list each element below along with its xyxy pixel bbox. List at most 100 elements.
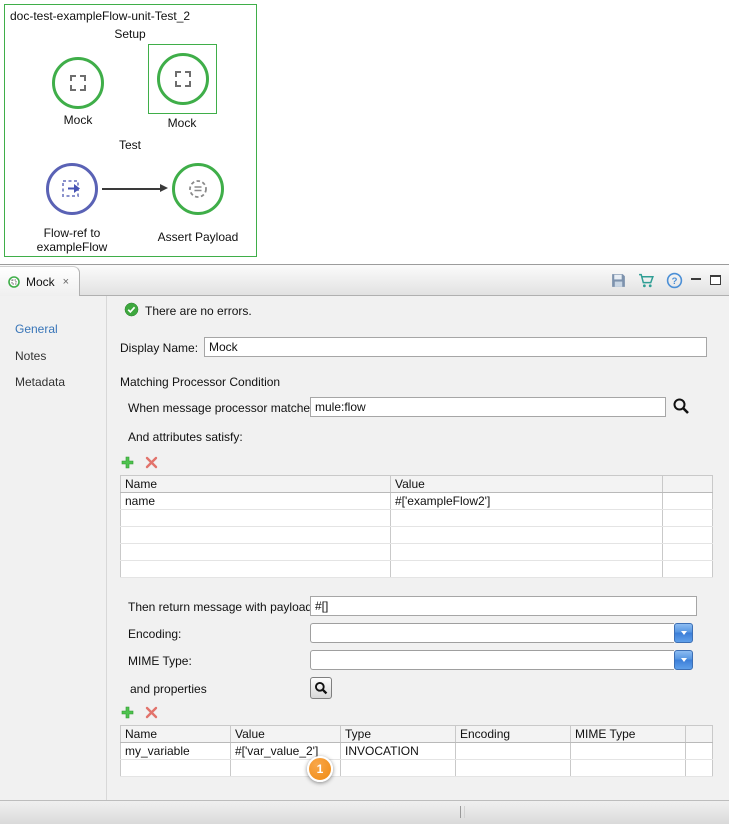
window-controls <box>691 273 721 287</box>
encoding-value[interactable] <box>310 623 674 643</box>
table-row[interactable] <box>121 760 713 777</box>
encoding-combobox[interactable] <box>310 623 693 643</box>
cell-name[interactable]: my_variable <box>121 743 231 760</box>
status-bar <box>0 800 729 824</box>
mime-type-dropdown-button[interactable] <box>674 650 693 670</box>
payload-label: Then return message with payload: <box>128 600 315 614</box>
column-header-type[interactable]: Type <box>341 726 456 743</box>
mock-node-2-label: Mock <box>152 117 212 131</box>
help-icon[interactable]: ? <box>666 272 683 289</box>
search-icon[interactable] <box>672 397 690 415</box>
properties-search-button[interactable] <box>310 677 332 699</box>
column-header-name[interactable]: Name <box>121 476 391 493</box>
delete-attribute-button[interactable] <box>145 456 158 469</box>
column-header-mime[interactable]: MIME Type <box>571 726 686 743</box>
chevron-down-icon <box>681 631 687 635</box>
column-header-extra <box>663 476 713 493</box>
plus-icon <box>121 456 134 469</box>
magnifier-icon <box>314 681 328 695</box>
resize-grip[interactable] <box>460 806 465 818</box>
view-toolbar: ? <box>610 272 683 289</box>
table-row[interactable] <box>121 544 713 561</box>
cell-mime[interactable] <box>571 743 686 760</box>
properties-label: and properties <box>130 682 207 696</box>
maximize-icon[interactable] <box>710 275 721 285</box>
mock-tab-icon <box>8 276 20 288</box>
display-name-input[interactable] <box>204 337 707 357</box>
column-header-encoding[interactable]: Encoding <box>456 726 571 743</box>
table-row[interactable]: name #['exampleFlow2'] <box>121 493 713 510</box>
payload-input[interactable] <box>310 596 697 616</box>
cart-icon[interactable] <box>638 272 655 289</box>
x-icon <box>145 706 158 719</box>
assert-payload-node-label: Assert Payload <box>148 231 248 245</box>
assert-payload-glyph <box>186 177 210 201</box>
tab-mock[interactable]: Mock × <box>0 266 80 296</box>
sidebar-item-general[interactable]: General <box>0 322 106 336</box>
save-icon[interactable] <box>610 272 627 289</box>
assert-payload-node[interactable] <box>172 163 224 215</box>
mock-inner-icon <box>175 71 191 87</box>
mock-icon <box>52 57 104 109</box>
mock-node-2[interactable] <box>157 53 209 105</box>
mock-node-1[interactable] <box>52 57 104 109</box>
sidebar-item-notes[interactable]: Notes <box>0 349 106 363</box>
table-row[interactable]: my_variable #['var_value_2'] INVOCATION <box>121 743 713 760</box>
app-window: doc-test-exampleFlow-unit-Test_2 Setup M… <box>0 0 729 824</box>
attributes-label: And attributes satisfy: <box>128 430 243 444</box>
attributes-table-header-row: Name Value <box>121 476 713 493</box>
cell-extra[interactable] <box>663 493 713 510</box>
flow-ref-node-label: Flow-ref to exampleFlow <box>22 227 122 255</box>
flow-ref-icon <box>46 163 98 215</box>
matcher-label: When message processor matches: <box>128 401 319 415</box>
setup-scope-label: Setup <box>65 28 195 42</box>
annotation-badge-1: 1 <box>307 756 333 782</box>
properties-table: Name Value Type Encoding MIME Type my_va… <box>120 725 713 777</box>
add-property-button[interactable] <box>121 706 134 719</box>
no-errors-check-icon <box>124 302 139 320</box>
add-attribute-button[interactable] <box>121 456 134 469</box>
flow-canvas[interactable] <box>4 4 257 257</box>
mime-type-combobox[interactable] <box>310 650 693 670</box>
encoding-label: Encoding: <box>128 627 181 641</box>
mock-icon <box>157 53 209 105</box>
mime-type-label: MIME Type: <box>128 654 192 668</box>
flow-ref-node[interactable] <box>46 163 98 215</box>
cell-type[interactable]: INVOCATION <box>341 743 456 760</box>
tab-label: Mock <box>26 275 55 289</box>
column-header-value[interactable]: Value <box>391 476 663 493</box>
display-name-label: Display Name: <box>120 341 198 355</box>
sidebar-item-metadata[interactable]: Metadata <box>0 375 106 389</box>
cell-encoding[interactable] <box>456 743 571 760</box>
table-row[interactable] <box>121 561 713 578</box>
mock-inner-icon <box>70 75 86 91</box>
flow-ref-glyph <box>59 176 85 202</box>
mime-type-value[interactable] <box>310 650 674 670</box>
mock-node-1-label: Mock <box>48 114 108 128</box>
sidebar-divider <box>106 296 107 801</box>
minimize-icon[interactable] <box>691 278 701 287</box>
column-header-value[interactable]: Value <box>231 726 341 743</box>
properties-view: Mock × ? <box>0 264 729 800</box>
table-row[interactable] <box>121 527 713 544</box>
section-title: Matching Processor Condition <box>120 375 280 389</box>
x-icon <box>145 456 158 469</box>
encoding-dropdown-button[interactable] <box>674 623 693 643</box>
chevron-down-icon <box>681 658 687 662</box>
cell-value[interactable]: #['exampleFlow2'] <box>391 493 663 510</box>
cell-extra[interactable] <box>686 743 713 760</box>
column-header-name[interactable]: Name <box>121 726 231 743</box>
cell-name[interactable]: name <box>121 493 391 510</box>
tab-close-icon[interactable]: × <box>63 276 69 288</box>
delete-property-button[interactable] <box>145 706 158 719</box>
connector-arrowhead <box>160 184 168 192</box>
properties-table-header-row: Name Value Type Encoding MIME Type <box>121 726 713 743</box>
svg-text:?: ? <box>672 276 678 287</box>
assert-payload-icon <box>172 163 224 215</box>
attributes-table: Name Value name #['exampleFlow2'] <box>120 475 713 578</box>
table-row[interactable] <box>121 510 713 527</box>
matcher-input[interactable] <box>310 397 666 417</box>
column-header-extra <box>686 726 713 743</box>
status-message: There are no errors. <box>145 304 252 318</box>
plus-icon <box>121 706 134 719</box>
